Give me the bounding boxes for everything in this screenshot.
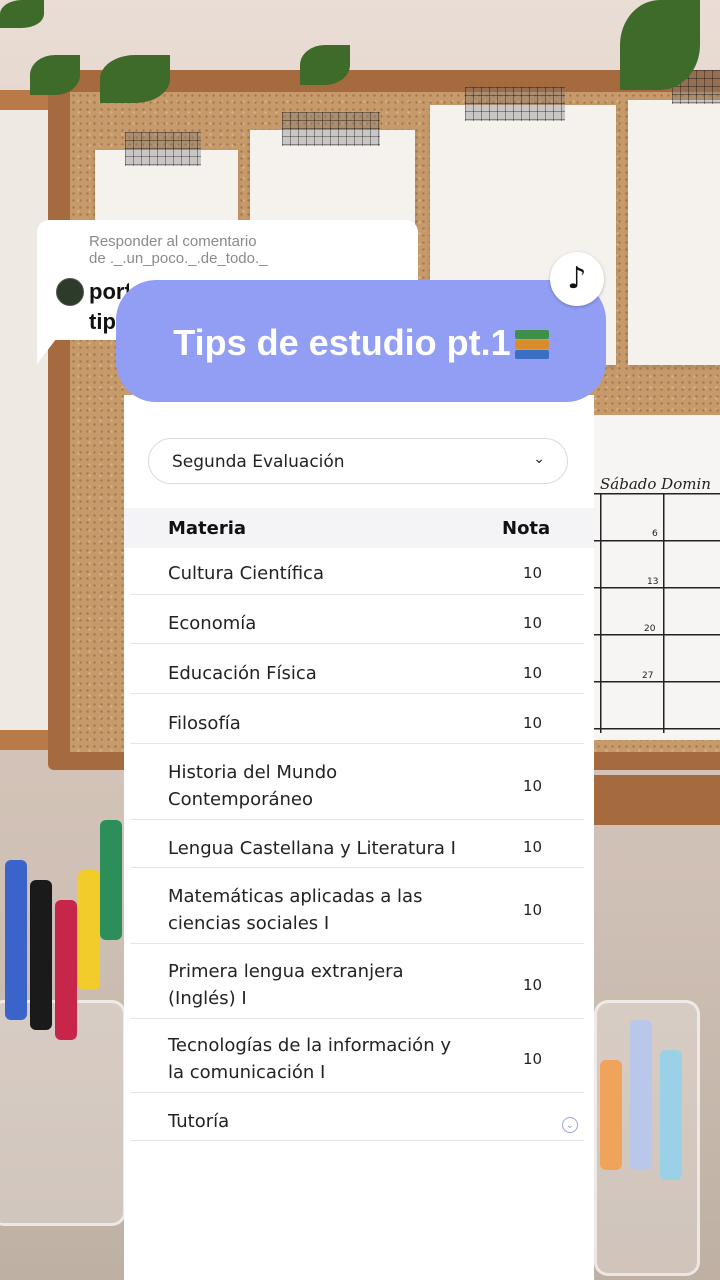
evaluation-select-value: Segunda Evaluación xyxy=(172,452,345,472)
table-row[interactable]: Primera lengua extranjera (Inglés) I 10 xyxy=(130,948,584,1019)
table-row-tutoria[interactable]: Tutoría ⌄ xyxy=(130,1099,584,1141)
books-icon xyxy=(514,328,549,362)
table-row[interactable]: Tecnologías de la información y la comun… xyxy=(130,1022,584,1093)
marker xyxy=(5,860,27,1020)
chevron-down-icon: ⌄ xyxy=(533,451,545,467)
music-note-icon: ♪ xyxy=(567,261,587,296)
marker xyxy=(660,1050,682,1180)
calendar-number: 20 xyxy=(644,624,656,634)
marker xyxy=(30,880,52,1030)
grade-value: 10 xyxy=(523,614,543,632)
washi-tape xyxy=(125,132,201,166)
calendar-number: 27 xyxy=(642,671,654,681)
marker xyxy=(100,820,122,940)
vine-leaf xyxy=(300,45,350,85)
wall-calendar: Sábado Domin 6 13 20 27 xyxy=(594,415,720,740)
grade-value: 10 xyxy=(523,777,543,795)
header-nota: Nota xyxy=(502,518,551,539)
subject-name: Historia del Mundo Contemporáneo xyxy=(168,762,338,810)
subject-name: Lengua Castellana y Literatura I xyxy=(168,838,456,859)
subject-name: Cultura Científica xyxy=(168,563,324,584)
reply-label-text: Responder al comentario xyxy=(89,233,257,250)
reply-username: de ._.un_poco._.de_todo._ xyxy=(89,250,268,267)
avatar xyxy=(56,278,84,306)
subject-name: Tecnologías de la información y la comun… xyxy=(168,1035,451,1083)
header-materia: Materia xyxy=(168,518,247,539)
comment-bubble-tail xyxy=(37,330,63,364)
tiktok-icon[interactable]: ♪ xyxy=(550,252,604,306)
title-banner: Tips de estudio pt.1 xyxy=(116,280,606,402)
subject-name: Economía xyxy=(168,613,257,634)
reply-label: Responder al comentario de ._.un_poco._.… xyxy=(89,233,268,267)
shelf xyxy=(594,775,720,825)
grade-value: 10 xyxy=(523,1050,543,1068)
table-header: Materia Nota xyxy=(124,508,594,548)
calendar-number: 13 xyxy=(647,577,659,587)
grade-value: 10 xyxy=(523,664,543,682)
vine-leaf xyxy=(0,0,44,28)
chevron-down-circle-icon[interactable]: ⌄ xyxy=(562,1117,578,1133)
table-row[interactable]: Cultura Científica 10 xyxy=(130,550,584,595)
subject-name: Educación Física xyxy=(168,663,317,684)
table-row[interactable]: Historia del Mundo Contemporáneo 10 xyxy=(130,750,584,820)
evaluation-select[interactable]: Segunda Evaluación ⌄ xyxy=(148,438,568,484)
pinned-card-bear xyxy=(628,100,720,365)
table-row[interactable]: Lengua Castellana y Literatura I 10 xyxy=(130,826,584,868)
calendar-number: 6 xyxy=(652,529,658,539)
washi-tape xyxy=(465,87,565,121)
grade-value: 10 xyxy=(523,564,543,582)
marker xyxy=(630,1020,652,1170)
title-line: Tips de estudio pt.1 xyxy=(116,322,606,364)
grade-value: 10 xyxy=(523,838,543,856)
table-row[interactable]: Economía 10 xyxy=(130,600,584,644)
table-row[interactable]: Filosofía 10 xyxy=(130,700,584,744)
subject-name: Tutoría xyxy=(168,1111,230,1132)
washi-tape xyxy=(282,112,380,146)
vine-leaf xyxy=(30,55,80,95)
vine-leaf xyxy=(620,0,700,90)
grade-value: 10 xyxy=(523,714,543,732)
marker xyxy=(600,1060,622,1170)
whiteboard-left xyxy=(0,110,50,730)
grade-value: 10 xyxy=(523,901,543,919)
subject-name: Primera lengua extranjera (Inglés) I xyxy=(168,961,404,1009)
subject-name: Filosofía xyxy=(168,713,241,734)
table-row[interactable]: Matemáticas aplicadas a las ciencias soc… xyxy=(130,874,584,944)
marker xyxy=(55,900,77,1040)
marker xyxy=(78,870,100,990)
table-row[interactable]: Educación Física 10 xyxy=(130,650,584,694)
subject-name: Matemáticas aplicadas a las ciencias soc… xyxy=(168,886,423,934)
calendar-days: Sábado Domin xyxy=(600,475,711,493)
grade-value: 10 xyxy=(523,976,543,994)
vine-leaf xyxy=(100,55,170,103)
title-text: Tips de estudio pt.1 xyxy=(173,322,511,363)
